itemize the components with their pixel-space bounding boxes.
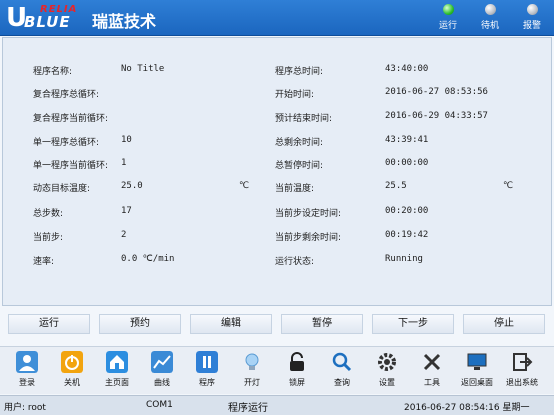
field-label: 当前步剩余时间: <box>275 233 342 243</box>
field-value: 25.0 <box>121 181 143 191</box>
field-label: 当前温度: <box>275 184 315 194</box>
field-label: 开始时间: <box>275 90 315 100</box>
title-bar: U RELIA BLUE 瑞蓝技术 运行 待机 报警 <box>0 0 554 36</box>
alarm-led-icon <box>526 4 538 15</box>
curve-button[interactable]: 曲线 <box>139 351 185 393</box>
login-label: 登录 <box>19 378 35 387</box>
company-name: 瑞蓝技术 <box>92 12 157 31</box>
tools-label: 工具 <box>424 378 440 387</box>
field-label: 当前步: <box>33 233 64 243</box>
exit-system-button[interactable]: 退出系统 <box>499 351 545 393</box>
field-label: 复合程序总循环: <box>33 90 100 100</box>
tools-button[interactable]: 工具 <box>409 351 455 393</box>
home-label: 主页面 <box>105 378 129 387</box>
run-led-icon <box>442 4 454 15</box>
lock-screen-label: 锁屏 <box>289 378 305 387</box>
shutdown-button[interactable]: 关机 <box>49 351 95 393</box>
exit-icon <box>513 353 533 371</box>
user-login-icon <box>16 351 38 373</box>
field-label: 预计结束时间: <box>275 114 333 124</box>
com-port: COM1 <box>146 400 173 410</box>
relia-blue-logo: U RELIA BLUE <box>6 3 96 33</box>
status-bar: 用户: root COM1 程序运行 2016-06-27 08:54:16 星… <box>0 395 554 415</box>
field-label: 程序名称: <box>33 67 73 77</box>
standby-indicator: 待机 <box>475 3 505 33</box>
lock-icon <box>290 352 304 371</box>
field-label: 单一程序当前循环: <box>33 161 109 171</box>
field-value: 2016-06-29 04:33:57 <box>385 111 488 121</box>
schedule-button[interactable]: 预约 <box>99 314 181 334</box>
return-desktop-label: 返回桌面 <box>461 378 493 387</box>
run-indicator-label: 运行 <box>438 21 457 31</box>
field-label: 总剩余时间: <box>275 138 324 148</box>
alarm-indicator-label: 报警 <box>522 21 541 31</box>
shutdown-label: 关机 <box>64 378 80 387</box>
run-mode: 程序运行 <box>228 403 268 414</box>
field-label: 运行状态: <box>275 257 315 267</box>
field-value: 43:39:41 <box>385 135 429 145</box>
field-value: 2016-06-27 08:53:56 <box>385 87 488 97</box>
field-label: 总暂停时间: <box>275 161 324 171</box>
field-value: 2 <box>121 230 127 240</box>
home-icon <box>106 351 128 373</box>
query-label: 查询 <box>334 378 350 387</box>
run-button[interactable]: 运行 <box>8 314 90 334</box>
curve-label: 曲线 <box>154 378 170 387</box>
field-label: 速率: <box>33 257 55 267</box>
bottom-toolbar: 登录 关机 主页面 曲线 程序 开灯 锁屏 查询 设置 工具 返回桌面 退出系统 <box>0 346 554 394</box>
field-value: 00:20:00 <box>385 206 429 216</box>
field-value: 00:19:42 <box>385 230 429 240</box>
light-on-label: 开灯 <box>244 378 260 387</box>
light-on-button[interactable]: 开灯 <box>229 351 275 393</box>
next-step-button[interactable]: 下一步 <box>372 314 454 334</box>
field-label: 复合程序当前循环: <box>33 114 109 124</box>
field-value: 0.0 ℃/min <box>121 254 175 264</box>
field-label: 程序总时间: <box>275 67 324 77</box>
standby-indicator-label: 待机 <box>480 21 499 31</box>
program-status-panel: 程序名称: No Title 复合程序总循环: 复合程序当前循环: 单一程序总循… <box>2 37 552 306</box>
field-value: No Title <box>121 64 165 74</box>
field-value: 43:40:00 <box>385 64 429 74</box>
search-icon <box>332 352 352 372</box>
field-label: 动态目标温度: <box>33 184 91 194</box>
program-icon <box>196 351 218 373</box>
current-user: 用户: root <box>4 403 46 413</box>
exit-system-label: 退出系统 <box>506 378 538 387</box>
status-datetime: 2016-06-27 08:54:16 星期一 <box>404 403 530 413</box>
standby-led-icon <box>484 4 496 15</box>
query-button[interactable]: 查询 <box>319 351 365 393</box>
settings-button[interactable]: 设置 <box>364 351 410 393</box>
field-label: 当前步设定时间: <box>275 209 342 219</box>
edit-button[interactable]: 编辑 <box>190 314 272 334</box>
field-unit: ℃ <box>503 181 514 191</box>
field-value: Running <box>385 254 423 264</box>
program-button[interactable]: 程序 <box>184 351 230 393</box>
field-label: 总步数: <box>33 209 64 219</box>
field-unit: ℃ <box>239 181 250 191</box>
gear-icon <box>378 353 396 371</box>
home-button[interactable]: 主页面 <box>94 351 140 393</box>
login-button[interactable]: 登录 <box>4 351 50 393</box>
run-indicator: 运行 <box>433 3 463 33</box>
tools-icon <box>423 353 441 371</box>
alarm-indicator: 报警 <box>517 3 547 33</box>
return-desktop-button[interactable]: 返回桌面 <box>454 351 500 393</box>
field-value: 10 <box>121 135 132 145</box>
logo-blue-text: BLUE <box>24 13 71 31</box>
field-value: 25.5 <box>385 181 407 191</box>
power-icon <box>61 351 83 373</box>
field-label: 单一程序总循环: <box>33 138 100 148</box>
desktop-icon <box>467 353 487 370</box>
stop-button[interactable]: 停止 <box>463 314 545 334</box>
field-value: 1 <box>121 158 127 168</box>
pause-button[interactable]: 暂停 <box>281 314 363 334</box>
lightbulb-icon <box>245 353 259 370</box>
chart-icon <box>151 351 173 373</box>
field-value: 17 <box>121 206 132 216</box>
action-button-bar: 运行 预约 编辑 暂停 下一步 停止 <box>8 314 546 334</box>
field-value: 00:00:00 <box>385 158 429 168</box>
settings-label: 设置 <box>379 378 395 387</box>
program-label: 程序 <box>199 378 215 387</box>
lock-screen-button[interactable]: 锁屏 <box>274 351 320 393</box>
